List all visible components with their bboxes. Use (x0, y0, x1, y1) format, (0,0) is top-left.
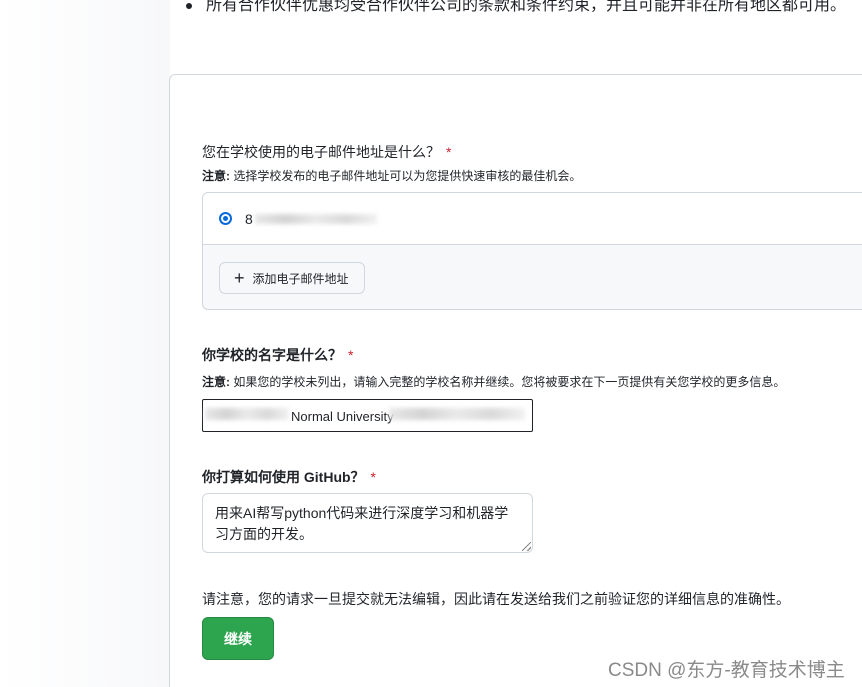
page-background-shade (0, 0, 170, 687)
bullet-dot (186, 2, 192, 9)
required-mark: * (370, 469, 376, 485)
note-prefix: 注意: (202, 375, 230, 389)
email-note-text: 选择学校发布的电子邮件地址可以为您提供快速审核的最佳机会。 (233, 169, 582, 183)
email-radio-button[interactable] (219, 212, 232, 225)
add-email-button[interactable]: + 添加电子邮件地址 (219, 262, 365, 294)
email-question-text: 您在学校使用的电子邮件地址是什么？ (202, 144, 440, 160)
email-question-label: 您在学校使用的电子邮件地址是什么？ * (202, 142, 451, 162)
usage-textarea[interactable]: 用来AI帮写python代码来进行深度学习和机器学习方面的开发。 (202, 493, 533, 553)
submission-warning: 请注意，您的请求一旦提交就无法编辑，因此请在发送给我们之前验证您的详细信息的准确… (202, 591, 790, 607)
plus-icon: + (234, 268, 245, 288)
continue-button[interactable]: 继续 (202, 617, 274, 660)
school-name-value: Normal University (291, 409, 394, 424)
usage-question-label: 你打算如何使用 GitHub？ * (202, 467, 376, 487)
email-option-row[interactable]: 8 (203, 193, 862, 245)
redacted-school-blur (389, 408, 525, 420)
school-question-label: 你学校的名字是什么？ * (202, 345, 353, 365)
note-prefix: 注意: (202, 169, 230, 183)
email-address-text: 8 (245, 211, 253, 227)
redacted-school-blur (205, 408, 289, 420)
textarea-resize-handle[interactable] (522, 542, 531, 551)
required-mark: * (348, 347, 354, 363)
redacted-email-blur (255, 214, 377, 224)
email-note: 注意: 选择学校发布的电子邮件地址可以为您提供快速审核的最佳机会。 (202, 167, 581, 184)
csdn-watermark: CSDN @东方-教育技术博主 (608, 660, 845, 681)
partner-disclaimer: 所有合作伙伴优惠均受合作伙伴公司的条款和条件约束，并且可能并非在所有地区都可用。 (186, 0, 846, 15)
add-email-label: 添加电子邮件地址 (252, 271, 349, 286)
email-selection-box: 8 + 添加电子邮件地址 (202, 192, 862, 310)
usage-question-text: 你打算如何使用 GitHub？ (202, 469, 365, 485)
school-note: 注意: 如果您的学校未列出，请输入完整的学校名称并继续。您将被要求在下一页提供有… (202, 373, 785, 390)
school-name-input[interactable]: Normal University (202, 399, 533, 432)
school-question-text: 你学校的名字是什么？ (202, 347, 342, 363)
required-mark: * (446, 144, 452, 160)
school-note-text: 如果您的学校未列出，请输入完整的学校名称并继续。您将被要求在下一页提供有关您学校… (233, 375, 786, 389)
partner-disclaimer-text: 所有合作伙伴优惠均受合作伙伴公司的条款和条件约束，并且可能并非在所有地区都可用。 (206, 0, 847, 14)
